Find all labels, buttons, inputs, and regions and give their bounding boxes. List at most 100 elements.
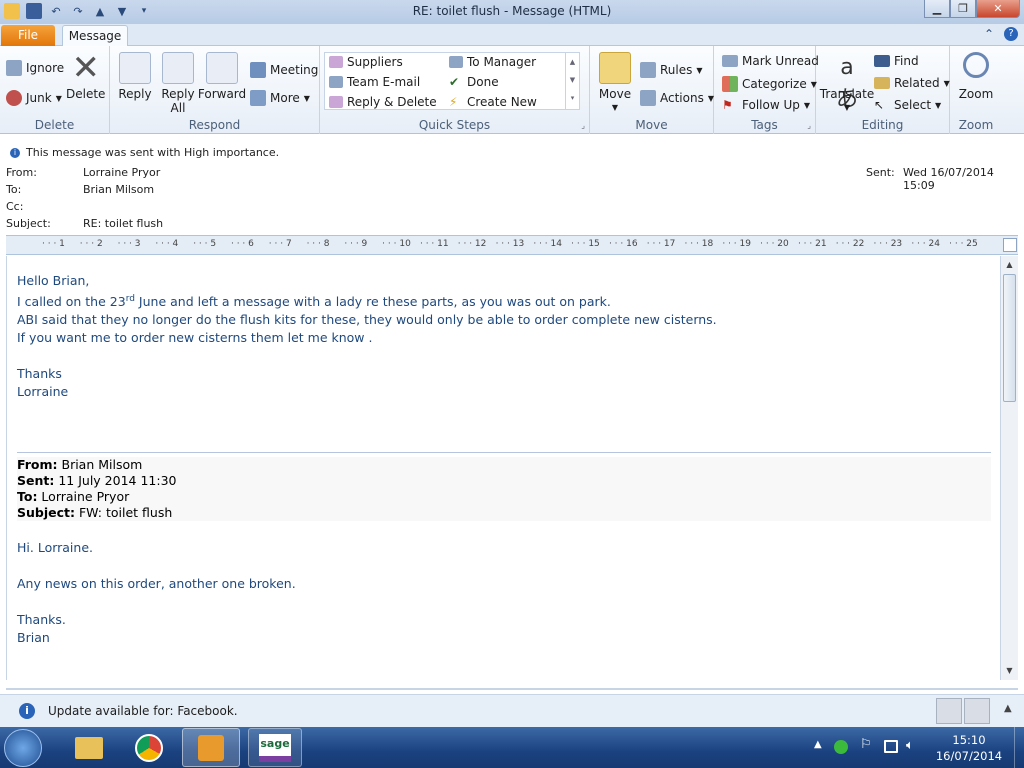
- ruler-tick-label: · · · 16: [608, 239, 638, 249]
- group-label-delete: Delete: [34, 118, 75, 132]
- scroll-down-icon[interactable]: ▼: [1002, 664, 1017, 678]
- red-flag-icon: ⚑: [722, 98, 733, 112]
- fwd-subject: Subject: FW: toilet flush: [17, 505, 173, 520]
- quick-step-suppliers[interactable]: Suppliers: [329, 55, 403, 69]
- follow-up-button[interactable]: ⚑ Follow Up ▼: [722, 98, 810, 112]
- clock[interactable]: 15:10 16/07/2014: [930, 732, 1008, 764]
- related-button[interactable]: Related ▼: [874, 76, 950, 90]
- ignore-icon: [6, 60, 22, 76]
- volume-icon[interactable]: 🔈︎: [906, 738, 914, 753]
- translate-icon: aあ: [835, 55, 858, 112]
- quick-step-reply-delete[interactable]: Reply & Delete: [329, 95, 437, 109]
- help-icon[interactable]: ?: [1004, 27, 1018, 41]
- reply-button[interactable]: Reply: [118, 52, 152, 101]
- ruler-tick-label: · · · 4: [155, 239, 179, 249]
- categorize-button[interactable]: Categorize ▼: [722, 76, 817, 92]
- chrome-taskbar-icon[interactable]: [124, 729, 174, 767]
- forward-button[interactable]: Forward: [198, 52, 246, 101]
- reply-text: Hello Brian, I called on the 23rd June a…: [17, 272, 997, 401]
- move-folder-icon: [599, 52, 631, 84]
- zoom-button[interactable]: Zoom: [958, 52, 994, 101]
- start-button[interactable]: [4, 729, 42, 767]
- body-line-1: I called on the 23rd June and left a mes…: [17, 294, 611, 310]
- to-value[interactable]: Brian Milsom: [83, 183, 154, 196]
- translate-button[interactable]: aあ Translate ▼: [820, 52, 875, 115]
- group-quick-steps: Suppliers To Manager Team E-mail ✔ Done R…: [320, 46, 590, 134]
- body-line-2: ABI said that they no longer do the flus…: [17, 312, 717, 328]
- quick-step-create-new[interactable]: ⚡ Create New: [449, 95, 537, 109]
- group-tags: Mark Unread Categorize ▼ ⚑ Follow Up ▼ Tag…: [714, 46, 819, 134]
- fwd-to: To: Lorraine Pryor: [17, 489, 130, 504]
- cc-label: Cc:: [6, 200, 24, 213]
- scroll-thumb[interactable]: [1003, 274, 1016, 402]
- ruler-tick-label: · · · 3: [117, 239, 141, 249]
- person-avatar-icon[interactable]: [936, 698, 962, 724]
- scroll-up-icon[interactable]: ▲: [1002, 258, 1017, 272]
- expand-people-pane-icon[interactable]: ▲: [1004, 703, 1012, 714]
- tab-file[interactable]: File: [1, 25, 55, 46]
- reply-all-button[interactable]: Reply All: [160, 52, 196, 115]
- status-green-icon[interactable]: [834, 740, 848, 754]
- ruler-tick-label: · · · 12: [457, 239, 487, 249]
- forwarded-header: From: Brian Milsom Sent: 11 July 2014 11…: [17, 457, 991, 521]
- group-zoom: Zoom Zoom: [950, 46, 1002, 134]
- vertical-scrollbar[interactable]: ▲ ▼: [1000, 256, 1018, 680]
- junk-icon: [6, 90, 22, 106]
- dialog-launcher-icon[interactable]: ⌟: [807, 121, 811, 130]
- title-bar: ↶ ↷ ▲ ▼ ▾ RE: toilet flush - Message (HT…: [0, 0, 1024, 24]
- move-button[interactable]: Move ▼: [598, 52, 632, 115]
- ruler-tick-label: · · · 10: [382, 239, 411, 249]
- checkmark-icon: ✔: [449, 75, 460, 89]
- group-label-zoom: Zoom: [958, 118, 994, 132]
- minimize-button[interactable]: ▁: [924, 0, 950, 18]
- update-notice[interactable]: Update available for: Facebook.: [48, 704, 238, 718]
- outlook-taskbar-icon[interactable]: [182, 728, 240, 767]
- pane-divider[interactable]: [6, 688, 1018, 690]
- team-email-icon: [329, 76, 343, 88]
- calendar-icon: [250, 62, 266, 78]
- delete-x-icon: ✕: [71, 48, 100, 88]
- delete-button[interactable]: ✕ Delete: [66, 48, 105, 101]
- minimize-ribbon-icon[interactable]: ⌃: [984, 27, 994, 41]
- show-hidden-icons-icon[interactable]: ▲: [814, 739, 822, 750]
- ruler-tick-label: · · · 9: [344, 239, 368, 249]
- network-icon[interactable]: [884, 740, 898, 753]
- forwarded-text: Hi. Lorraine. Any news on this order, an…: [17, 539, 991, 647]
- quick-step-done[interactable]: ✔ Done: [449, 75, 499, 89]
- person-avatar-icon[interactable]: [964, 698, 990, 724]
- ruler-toggle-icon[interactable]: [1003, 238, 1017, 252]
- flag-icon[interactable]: ⚐: [860, 737, 872, 752]
- related-icon: [874, 77, 890, 89]
- envelope-arrow-icon: [329, 56, 343, 68]
- from-value[interactable]: Lorraine Pryor: [83, 166, 160, 179]
- more-respond-button[interactable]: More ▼: [250, 90, 310, 106]
- sage-taskbar-icon[interactable]: sage: [248, 728, 302, 767]
- meeting-button[interactable]: Meeting: [250, 62, 318, 78]
- ignore-button[interactable]: Ignore: [6, 60, 64, 76]
- show-desktop-button[interactable]: [1014, 727, 1024, 768]
- dropdown-arrow-icon: ▼: [943, 78, 950, 88]
- fwd-signature: Brian: [17, 630, 50, 645]
- maximize-button[interactable]: ❐: [950, 0, 976, 18]
- junk-button[interactable]: Junk ▼: [6, 90, 62, 106]
- explorer-taskbar-icon[interactable]: [64, 729, 114, 767]
- info-icon: i: [19, 703, 35, 719]
- group-label-quick-steps: Quick Steps: [418, 118, 491, 132]
- ruler-tick-label: · · · 5: [193, 239, 217, 249]
- quick-step-to-manager[interactable]: To Manager: [449, 55, 536, 69]
- tab-message[interactable]: Message: [62, 25, 128, 47]
- dialog-launcher-icon[interactable]: ⌟: [581, 121, 585, 130]
- rules-button[interactable]: Rules ▼: [640, 62, 703, 78]
- mark-unread-button[interactable]: Mark Unread: [722, 54, 819, 68]
- more-icon: [250, 90, 266, 106]
- close-button[interactable]: ✕: [976, 0, 1020, 18]
- taskbar: sage ▲ ⚐ 🔈︎ 15:10 16/07/2014: [0, 727, 1024, 768]
- quick-steps-scroll[interactable]: ▲ ▼ ▾: [565, 53, 579, 109]
- message-body[interactable]: Hello Brian, I called on the 23rd June a…: [6, 256, 1000, 680]
- select-button[interactable]: ↖ Select ▼: [874, 98, 941, 112]
- actions-button[interactable]: Actions ▼: [640, 90, 714, 106]
- dropdown-arrow-icon: ▼: [696, 65, 703, 75]
- fwd-body: Any news on this order, another one brok…: [17, 576, 296, 591]
- quick-step-team-email[interactable]: Team E-mail: [329, 75, 420, 89]
- find-button[interactable]: Find: [874, 54, 919, 68]
